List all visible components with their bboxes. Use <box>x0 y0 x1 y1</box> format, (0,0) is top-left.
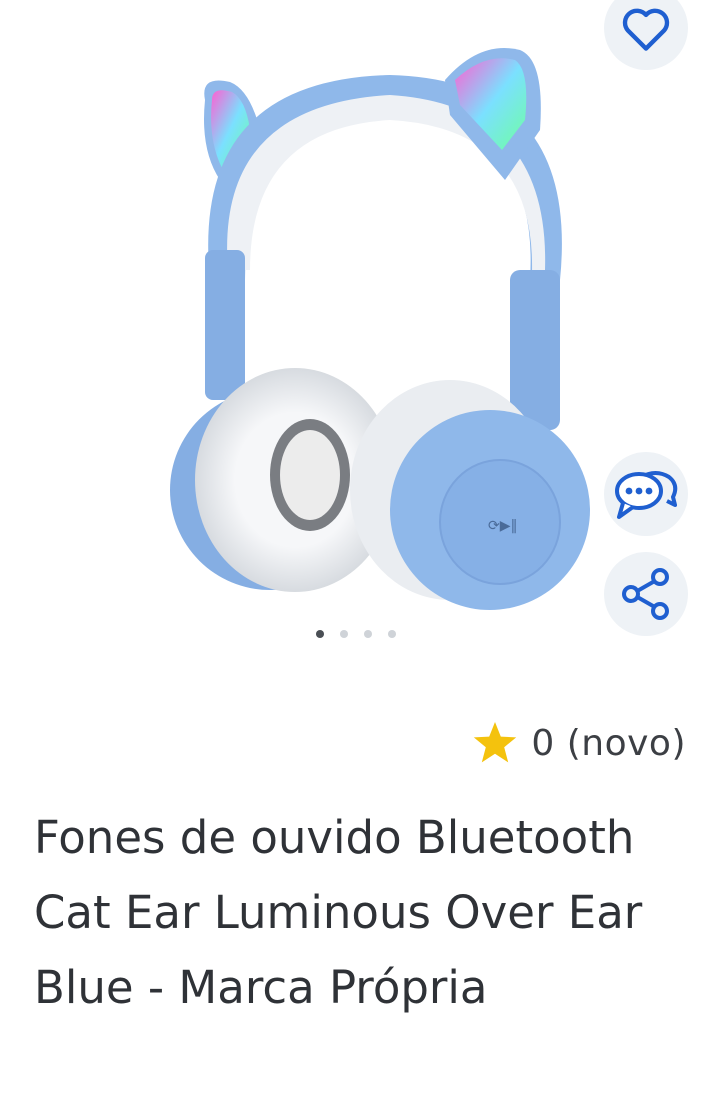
favorite-button[interactable] <box>604 0 688 70</box>
pagination-dot[interactable] <box>364 630 372 638</box>
product-title: Fones de ouvido Bluetooth Cat Ear Lumino… <box>34 811 643 1014</box>
product-gallery[interactable]: ⟳▶‖ <box>0 0 720 660</box>
star-icon <box>474 722 517 763</box>
rating-text: 0 (novo) <box>531 722 686 764</box>
chat-button[interactable] <box>604 452 688 536</box>
pagination-dot-active[interactable] <box>316 630 324 638</box>
gallery-pagination <box>316 630 396 638</box>
share-icon <box>622 568 669 620</box>
chat-bubbles-icon <box>615 471 678 519</box>
product-rating[interactable]: 0 (novo) <box>471 720 686 766</box>
pagination-dot[interactable] <box>340 630 348 638</box>
svg-text:⟳▶‖: ⟳▶‖ <box>488 518 518 534</box>
product-image[interactable]: ⟳▶‖ <box>150 20 590 620</box>
share-button[interactable] <box>604 552 688 636</box>
heart-icon <box>622 8 670 51</box>
pagination-dot[interactable] <box>388 630 396 638</box>
